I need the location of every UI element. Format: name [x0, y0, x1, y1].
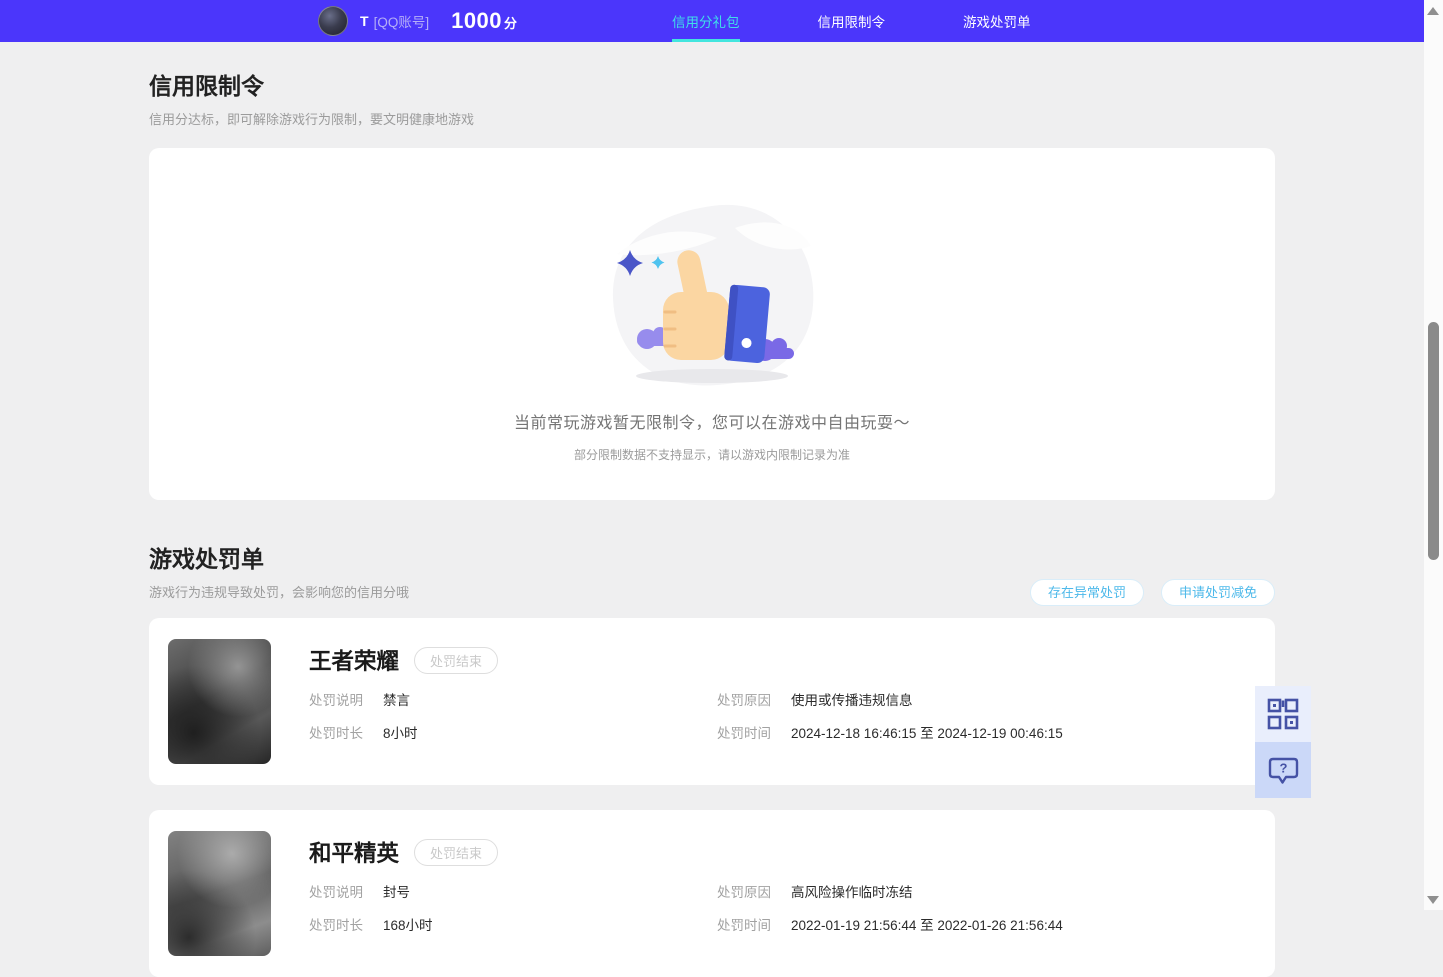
restriction-section-title: 信用限制令	[149, 73, 264, 99]
credit-score: 1000 分	[451, 8, 517, 34]
penalty-reason-field: 处罚原因 使用或传播违规信息	[717, 692, 1245, 709]
penalty-duration-field: 处罚时长 8小时	[309, 725, 717, 742]
abnormal-penalty-button[interactable]: 存在异常处罚	[1029, 579, 1144, 606]
qr-code-button[interactable]	[1255, 686, 1311, 742]
field-label: 处罚说明	[309, 693, 363, 708]
help-button[interactable]: ?	[1255, 742, 1311, 798]
user-avatar	[318, 6, 348, 36]
field-label: 处罚时长	[309, 726, 363, 741]
account-type-label: [QQ账号]	[373, 15, 430, 30]
page-viewport: T [QQ账号] 1000 分 信用分礼包 信用限制令 游戏处罚单 信用限制令 …	[0, 0, 1424, 977]
field-label: 处罚原因	[717, 885, 771, 900]
no-restriction-note: 部分限制数据不支持显示，请以游戏内限制记录为准	[573, 448, 850, 462]
penalty-card: 王者荣耀 处罚结束 处罚说明 禁言 处罚原因 使用或传播违规信息 处罚时长 8小…	[149, 618, 1275, 785]
field-value: 168小时	[383, 918, 433, 933]
penalty-reason-field: 处罚原因 高风险操作临时冻结	[717, 884, 1245, 901]
credit-score-unit: 分	[504, 16, 518, 31]
game-artwork	[168, 831, 271, 956]
game-title: 王者荣耀	[309, 649, 400, 674]
penalty-card: 和平精英 处罚结束 处罚说明 封号 处罚原因 高风险操作临时冻结 处罚时长 16…	[149, 810, 1275, 977]
vertical-scrollbar[interactable]	[1424, 0, 1443, 910]
svg-text:?: ?	[1279, 760, 1287, 775]
user-name: T	[360, 13, 369, 29]
field-label: 处罚原因	[717, 693, 771, 708]
penalty-section-subtitle: 游戏行为违规导致处罚，会影响您的信用分哦	[149, 585, 410, 600]
scroll-up-arrow[interactable]	[1427, 7, 1439, 15]
no-restriction-card: 当前常玩游戏暂无限制令，您可以在游戏中自由玩耍～ 部分限制数据不支持显示，请以游…	[149, 148, 1275, 500]
restriction-section-subtitle: 信用分达标，即可解除游戏行为限制，要文明健康地游戏	[149, 112, 475, 127]
field-value: 禁言	[383, 693, 410, 708]
qr-code-icon	[1267, 698, 1299, 730]
top-header-bar: T [QQ账号] 1000 分 信用分礼包 信用限制令 游戏处罚单	[0, 0, 1424, 42]
penalty-actions: 存在异常处罚 申请处罚减免	[1029, 579, 1275, 606]
game-title: 和平精英	[309, 841, 400, 866]
field-label: 处罚时间	[717, 726, 771, 741]
field-value: 8小时	[383, 726, 418, 741]
penalty-section-title: 游戏处罚单	[149, 546, 264, 572]
tab-game-penalty[interactable]: 游戏处罚单	[963, 0, 1031, 42]
penalty-duration-field: 处罚时长 168小时	[309, 917, 717, 934]
field-label: 处罚时间	[717, 918, 771, 933]
field-value: 使用或传播违规信息	[791, 693, 913, 708]
help-bubble-icon: ?	[1268, 757, 1298, 784]
restriction-section: 信用限制令 信用分达标，即可解除游戏行为限制，要文明健康地游戏 当前常玩游戏暂无…	[149, 42, 1275, 500]
floating-widgets: ?	[1255, 686, 1311, 798]
penalty-relief-button[interactable]: 申请处罚减免	[1160, 579, 1275, 606]
sleeve	[724, 284, 770, 364]
field-value: 高风险操作临时冻结	[791, 885, 913, 900]
scrollbar-thumb[interactable]	[1428, 322, 1439, 560]
field-label: 处罚时长	[309, 918, 363, 933]
tab-credit-gift[interactable]: 信用分礼包	[672, 0, 740, 42]
penalty-status-badge: 处罚结束	[414, 838, 499, 866]
field-value: 2022-01-19 21:56:44 至 2022-01-26 21:56:4…	[791, 918, 1063, 933]
field-value: 2024-12-18 16:46:15 至 2024-12-19 00:46:1…	[791, 726, 1063, 741]
field-label: 处罚说明	[309, 885, 363, 900]
tab-credit-restriction[interactable]: 信用限制令	[818, 0, 886, 42]
field-value: 封号	[383, 885, 410, 900]
penalty-time-field: 处罚时间 2024-12-18 16:46:15 至 2024-12-19 00…	[717, 725, 1245, 742]
thumbs-up-illustration	[612, 204, 814, 386]
no-restriction-message: 当前常玩游戏暂无限制令，您可以在游戏中自由玩耍～	[513, 415, 910, 432]
game-artwork	[168, 639, 271, 764]
credit-score-value: 1000	[451, 8, 503, 33]
penalty-desc-field: 处罚说明 封号	[309, 884, 717, 901]
penalty-section-header: 游戏处罚单 游戏行为违规导致处罚，会影响您的信用分哦 存在异常处罚 申请处罚减免	[149, 546, 1275, 606]
scroll-down-arrow[interactable]	[1427, 896, 1439, 904]
header-nav-tabs: 信用分礼包 信用限制令 游戏处罚单	[672, 0, 1031, 42]
penalty-time-field: 处罚时间 2022-01-19 21:56:44 至 2022-01-26 21…	[717, 917, 1245, 934]
penalty-status-badge: 处罚结束	[414, 646, 499, 674]
penalty-desc-field: 处罚说明 禁言	[309, 692, 717, 709]
